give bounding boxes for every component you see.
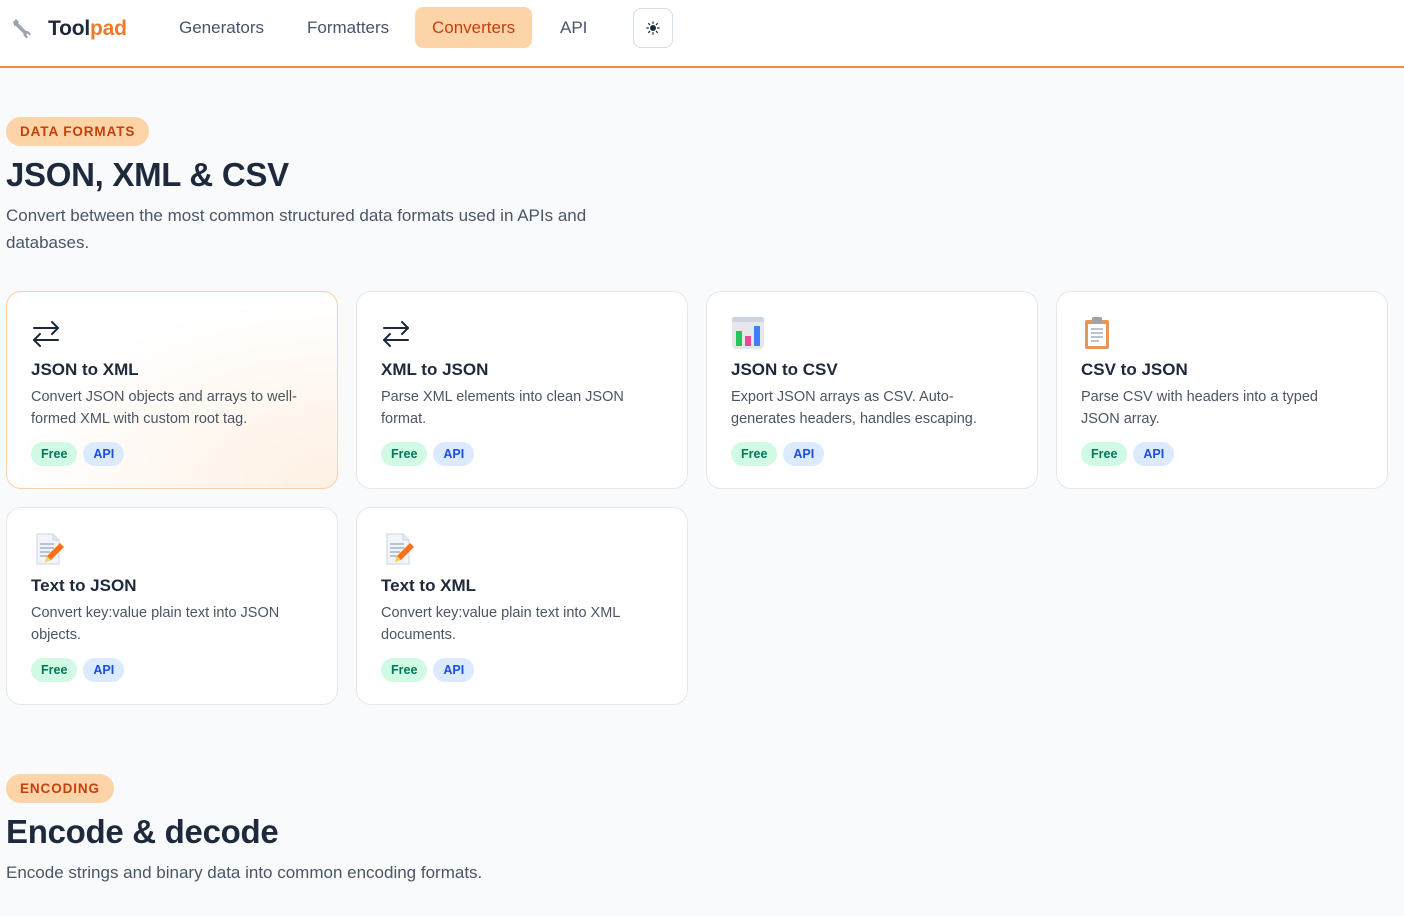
card-description-line: Parse CSV with headers into a typed (1081, 389, 1318, 405)
api-badge: API (83, 442, 125, 466)
sun-icon (646, 21, 660, 35)
tool-card-json-to-xml[interactable]: JSON to XML Convert JSON objects and arr… (6, 291, 338, 489)
card-description-line: formed XML with custom root tag. (31, 411, 248, 427)
section-eyebrow: ENCODING (6, 774, 114, 803)
api-badge: API (83, 658, 125, 682)
card-description: Parse XML elements into clean JSON forma… (381, 386, 676, 430)
swap-arrows-icon (33, 321, 59, 347)
clipboard-icon (1085, 317, 1109, 349)
card-description-line: Convert JSON objects and arrays to well- (31, 389, 297, 405)
card-description-line: objects. (31, 627, 81, 643)
section-title: Encode & decode (6, 813, 279, 850)
tool-card-text-to-xml[interactable]: Text to XML Convert key:value plain text… (356, 507, 688, 705)
tool-card-csv-to-json[interactable]: CSV to JSON Parse CSV with headers into … (1056, 291, 1388, 489)
brand-logo[interactable]: Toolpad (10, 14, 127, 44)
free-badge: Free (381, 442, 428, 466)
swap-arrows-icon (383, 321, 409, 347)
card-title: JSON to CSV (731, 360, 838, 379)
section-description: Convert between the most common structur… (6, 202, 586, 256)
bar-chart-icon (732, 317, 764, 349)
card-description: Parse CSV with headers into a typed JSON… (1081, 386, 1376, 430)
card-description-line: generates headers, handles escaping. (731, 411, 977, 427)
tool-card-xml-to-json[interactable]: XML to JSON Parse XML elements into clea… (356, 291, 688, 489)
tool-card-json-to-csv[interactable]: JSON to CSV Export JSON arrays as CSV. A… (706, 291, 1038, 489)
card-title: JSON to XML (31, 360, 139, 379)
memo-icon (36, 533, 64, 565)
card-title: XML to JSON (381, 360, 489, 379)
card-tags: Free API (31, 442, 125, 466)
section-description-line: Convert between the most common structur… (6, 206, 587, 225)
card-description-line: JSON array. (1081, 411, 1160, 427)
card-tags: Free API (1081, 442, 1175, 466)
theme-toggle-button[interactable] (633, 8, 673, 48)
card-description: Export JSON arrays as CSV. Auto- generat… (731, 386, 1026, 430)
card-description-line: format. (381, 411, 427, 427)
memo-icon (386, 533, 414, 565)
wrench-icon (13, 19, 31, 39)
card-title: Text to XML (381, 576, 477, 595)
section-eyebrow: DATA FORMATS (6, 117, 150, 146)
free-badge: Free (31, 658, 78, 682)
free-badge: Free (31, 442, 78, 466)
section-description-line: databases. (6, 233, 90, 252)
api-badge: API (433, 442, 475, 466)
nav-generators[interactable]: Generators (162, 7, 281, 48)
brand-name-part1: Tool (48, 17, 90, 40)
card-title: CSV to JSON (1081, 360, 1188, 379)
nav-converters[interactable]: Converters (415, 7, 533, 48)
top-navbar: Toolpad Generators Formatters Converters… (0, 0, 1404, 68)
brand-name-part2: pad (89, 17, 127, 40)
card-description: Convert JSON objects and arrays to well-… (31, 386, 326, 430)
api-badge: API (1133, 442, 1175, 466)
card-tags: Free API (381, 658, 475, 682)
api-badge: API (433, 658, 475, 682)
section-description: Encode strings and binary data into comm… (6, 863, 483, 882)
free-badge: Free (731, 442, 778, 466)
nav-api[interactable]: API (543, 7, 604, 48)
section-title: JSON, XML & CSV (6, 156, 289, 193)
card-description-line: Convert key:value plain text into JSON (31, 605, 280, 621)
card-tags: Free API (381, 442, 475, 466)
card-description: Convert key:value plain text into JSON o… (31, 602, 326, 646)
api-badge: API (783, 442, 825, 466)
brand-name: Toolpad (48, 17, 127, 41)
card-description-line: Parse XML elements into clean JSON (381, 389, 624, 405)
card-description: Convert key:value plain text into XML do… (381, 602, 676, 646)
card-tags: Free API (31, 658, 125, 682)
section-encoding-header: ENCODING (6, 774, 114, 803)
card-description-line: documents. (381, 627, 456, 643)
card-tags: Free API (731, 442, 825, 466)
nav-formatters[interactable]: Formatters (290, 7, 406, 48)
card-description-line: Export JSON arrays as CSV. Auto- (731, 389, 954, 405)
card-title: Text to JSON (31, 576, 137, 595)
free-badge: Free (381, 658, 428, 682)
section-data-formats-header: DATA FORMATS (6, 117, 150, 146)
card-description-line: Convert key:value plain text into XML (381, 605, 621, 621)
tool-card-text-to-json[interactable]: Text to JSON Convert key:value plain tex… (6, 507, 338, 705)
free-badge: Free (1081, 442, 1128, 466)
